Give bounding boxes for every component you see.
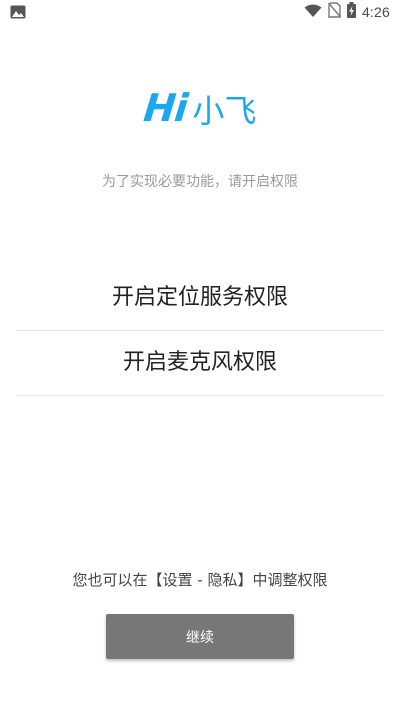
no-sim-icon	[327, 2, 341, 22]
status-bar: 4:26	[0, 0, 400, 24]
location-permission-item[interactable]: 开启定位服务权限	[16, 266, 384, 331]
logo-name: 小飞	[192, 92, 257, 130]
wifi-icon	[304, 3, 322, 22]
settings-notice: 您也可以在【设置 - 隐私】中调整权限	[72, 571, 328, 589]
permission-subtitle: 为了实现必要功能，请开启权限	[102, 174, 298, 190]
permission-list: 开启定位服务权限 开启麦克风权限	[16, 266, 384, 396]
logo-prefix: Hi	[141, 86, 189, 130]
app-logo: Hi 小飞	[0, 78, 400, 138]
status-icons: 4:26	[304, 2, 390, 22]
location-permission-label: 开启定位服务权限	[111, 285, 288, 310]
microphone-permission-item[interactable]: 开启麦克风权限	[16, 331, 384, 396]
status-time: 4:26	[361, 4, 390, 20]
microphone-permission-label: 开启麦克风权限	[122, 350, 277, 375]
continue-button[interactable]: 继续	[106, 614, 294, 659]
battery-charging-icon	[346, 2, 356, 22]
image-icon	[10, 4, 28, 20]
permission-screen: 4:26 Hi 小飞 为了实现必要功能，请开启权限 开启定位服务权限 开启麦克风…	[0, 0, 400, 711]
